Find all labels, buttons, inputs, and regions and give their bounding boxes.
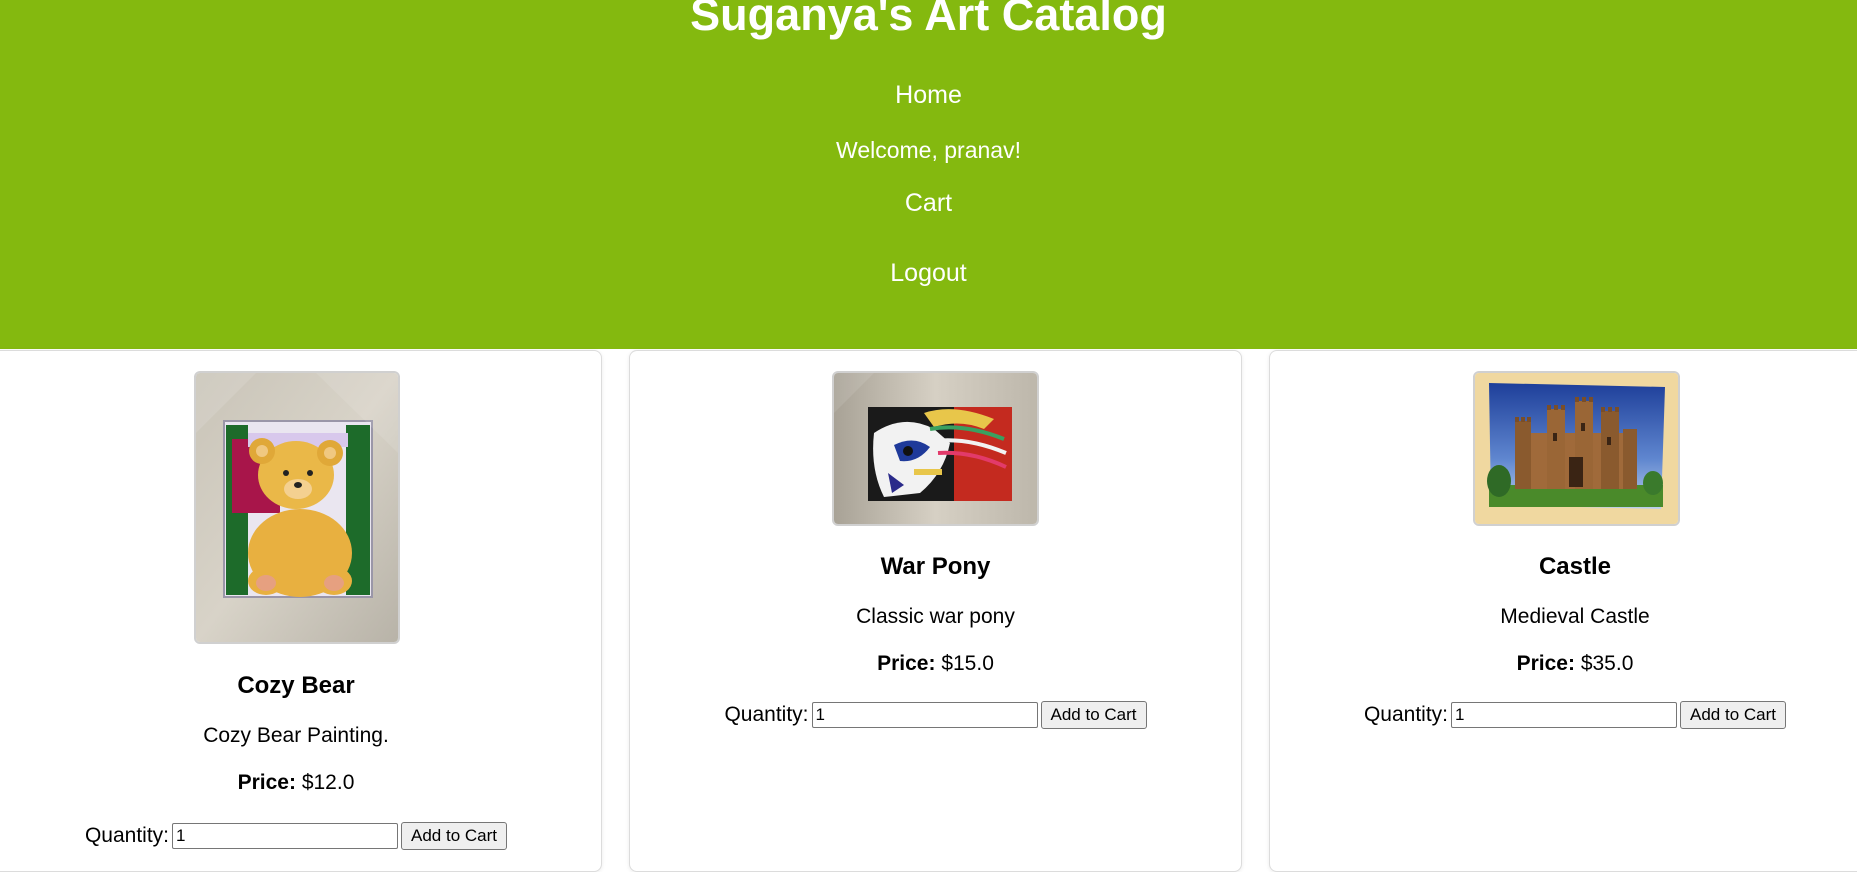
welcome-message: Welcome, pranav! [836,137,1021,163]
product-card: Cozy Bear Cozy Bear Painting. Price: $12… [0,350,602,872]
add-to-cart-button[interactable]: Add to Cart [1040,701,1147,730]
product-price: Price: $12.0 [0,770,601,796]
nav-cart-link[interactable]: Cart [0,188,1857,218]
product-description: Medieval Castle [1500,605,1650,628]
add-to-cart-button[interactable]: Add to Cart [401,822,508,851]
teddy-bear-painting-icon [196,373,398,642]
product-price: Price: $35.0 [1270,651,1857,677]
nav-home-link[interactable]: Home [0,80,1857,110]
product-title: Cozy Bear [237,672,355,699]
add-to-cart-button[interactable]: Add to Cart [1680,701,1787,730]
site-title: Suganya's Art Catalog [690,0,1167,40]
quantity-input[interactable] [811,702,1038,729]
quantity-row: Quantity: Add to Cart [1270,700,1857,730]
quantity-row: Quantity: Add to Cart [630,700,1241,730]
price-value: $35.0 [1580,652,1634,675]
war-pony-painting-icon [834,373,1037,524]
product-description: Classic war pony [856,605,1015,628]
castle-painting-icon [1475,373,1678,524]
product-card: War Pony Classic war pony Price: $15.0 Q… [629,350,1242,872]
product-title: War Pony [880,553,991,580]
product-image [832,371,1039,526]
product-description: Cozy Bear Painting. [203,724,389,747]
product-image [194,371,400,644]
quantity-row: Quantity: Add to Cart [0,821,601,851]
quantity-label: Quantity: [724,703,809,726]
site-header: Suganya's Art Catalog Home Welcome, pran… [0,0,1857,349]
product-price: Price: $15.0 [630,651,1241,677]
quantity-label: Quantity: [84,824,170,847]
product-title: Castle [1538,553,1612,580]
price-value: $15.0 [941,652,994,675]
price-label: Price: [237,771,296,794]
quantity-label: Quantity: [1363,703,1449,726]
product-image [1473,371,1680,526]
price-label: Price: [877,652,936,675]
nav-logout-link[interactable]: Logout [0,258,1857,288]
quantity-input[interactable] [1451,702,1678,729]
price-label: Price: [1516,652,1575,675]
price-value: $12.0 [301,771,355,794]
product-card: Castle Medieval Castle Price: $35.0 Quan… [1269,350,1857,872]
